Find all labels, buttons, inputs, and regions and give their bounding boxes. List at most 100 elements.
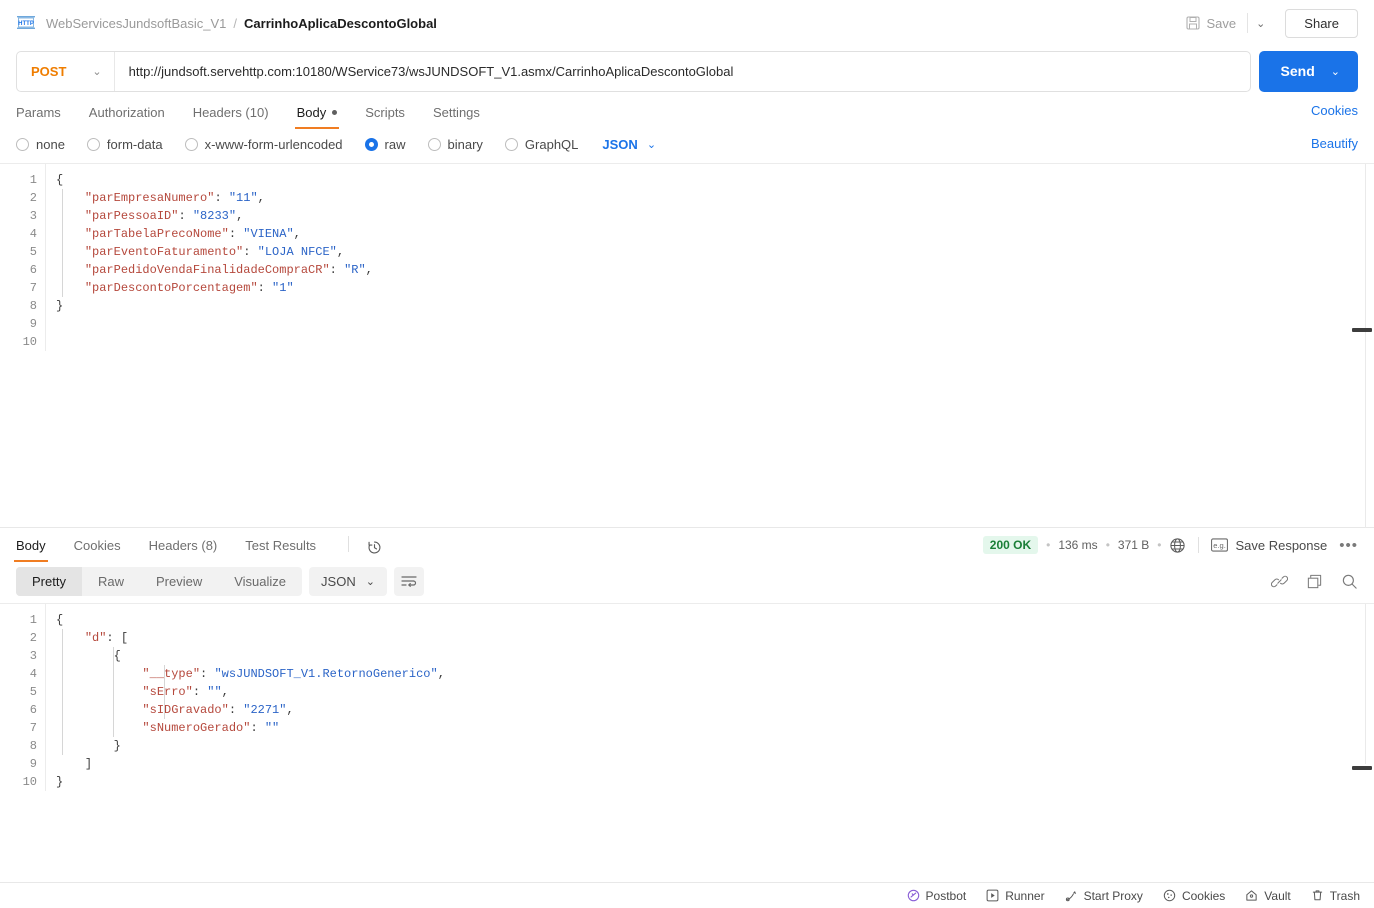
response-fold-guide-2 <box>113 647 114 737</box>
statusbar-vault[interactable]: Vault <box>1245 888 1291 903</box>
meta-dot-1: • <box>1046 538 1051 552</box>
line-number: 6 <box>29 703 37 717</box>
statusbar-start-proxy-label: Start Proxy <box>1083 888 1143 903</box>
response-format-selector[interactable]: JSON ⌄ <box>309 567 387 596</box>
tab-settings[interactable]: Settings <box>433 105 480 129</box>
body-type-none[interactable]: none <box>16 137 65 152</box>
line-number: 4 <box>29 667 37 681</box>
request-editor-code[interactable]: { "parEmpresaNumero": "11", "parPessoaID… <box>46 164 1374 351</box>
response-view-preview[interactable]: Preview <box>140 567 218 596</box>
tab-body[interactable]: Body <box>294 105 339 129</box>
code-token: "parEventoFaturamento" <box>84 245 244 259</box>
tab-headers[interactable]: Headers (10) <box>193 105 269 129</box>
save-button[interactable]: Save <box>1177 11 1245 36</box>
response-view-pretty[interactable]: Pretty <box>16 567 82 596</box>
radio-none-icon <box>16 137 29 151</box>
cookies-link[interactable]: Cookies <box>1311 103 1358 118</box>
line-number: 8 <box>29 739 37 753</box>
statusbar-start-proxy[interactable]: Start Proxy <box>1065 889 1143 903</box>
line-number: 7 <box>29 721 37 735</box>
body-type-form-data[interactable]: form-data <box>86 137 163 152</box>
header-actions: Save ⌄ Share <box>1177 8 1358 38</box>
code-token: , <box>221 685 229 699</box>
body-type-graphql[interactable]: GraphQL <box>504 136 579 152</box>
breadcrumb-collection[interactable]: WebServicesJundsoftBasic_V1 <box>46 16 226 31</box>
method-selector[interactable]: POST ⌄ <box>17 51 115 91</box>
body-type-graphql-label: GraphQL <box>524 136 579 152</box>
save-response-button[interactable]: e.g. Save Response <box>1211 538 1327 553</box>
code-token: "wsJUNDSOFT_V1.RetornoGenerico" <box>214 667 438 681</box>
code-token: "parTabelaPrecoNome" <box>84 227 229 241</box>
code-line: } <box>56 773 1374 791</box>
globe-icon[interactable] <box>1169 537 1186 554</box>
svg-text:e.g.: e.g. <box>1214 541 1227 550</box>
code-line: { <box>56 611 1374 629</box>
response-more-options-icon[interactable]: ••• <box>1339 537 1358 554</box>
request-pane-resize-handle[interactable] <box>1352 328 1372 332</box>
response-view-visualize[interactable]: Visualize <box>218 567 302 596</box>
response-scroll-rail[interactable] <box>1365 604 1366 764</box>
body-type-none-label: none <box>36 136 65 152</box>
request-editor-gutter: 1 2 3 4 5 6 7 8 9 10 <box>0 164 46 351</box>
body-type-binary[interactable]: binary <box>427 137 483 152</box>
url-input[interactable]: http://jundsoft.servehttp.com:10180/WSer… <box>115 64 1250 79</box>
breadcrumb-request-name[interactable]: CarrinhoAplicaDescontoGlobal <box>244 16 437 31</box>
statusbar-runner[interactable]: Runner <box>986 888 1045 903</box>
postman-app: HTTP WebServicesJundsoftBasic_V1 / Carri… <box>0 0 1374 908</box>
radio-binary-icon <box>427 137 441 151</box>
code-token: { <box>56 173 64 187</box>
search-icon[interactable] <box>1341 573 1358 590</box>
code-token: : <box>257 281 273 295</box>
body-modified-dot-icon <box>332 110 338 115</box>
code-line: "parEventoFaturamento": "LOJA NFCE", <box>56 243 1374 261</box>
request-fold-guide <box>62 189 63 297</box>
response-body-editor[interactable]: 1 2 3 4 5 6 7 8 9 10 { "d": [ { "__type": "wsJUND… <box>0 603 1374 803</box>
radio-urlencoded-icon <box>184 137 198 151</box>
line-number: 8 <box>29 299 37 313</box>
meta-dot-3: • <box>1157 538 1162 552</box>
response-tab-test-results[interactable]: Test Results <box>245 538 316 562</box>
code-token: "LOJA NFCE" <box>257 245 337 259</box>
response-tab-body[interactable]: Body <box>14 538 48 562</box>
beautify-link[interactable]: Beautify <box>1311 136 1358 151</box>
response-size: 371 B <box>1117 538 1150 552</box>
code-line: ] <box>56 755 1374 773</box>
response-tab-cookies[interactable]: Cookies <box>74 538 121 562</box>
wrap-lines-button[interactable] <box>393 567 424 596</box>
link-icon[interactable] <box>1271 573 1288 590</box>
line-number: 4 <box>29 227 37 241</box>
postbot-icon <box>907 889 920 902</box>
statusbar-vault-label: Vault <box>1264 888 1291 903</box>
code-token: "2271" <box>243 703 287 717</box>
body-type-urlencoded[interactable]: x-www-form-urlencoded <box>184 137 343 152</box>
statusbar-runner-label: Runner <box>1005 888 1045 903</box>
send-button[interactable]: Send ⌄ <box>1258 50 1358 92</box>
tab-authorization[interactable]: Authorization <box>89 105 165 129</box>
response-time: 136 ms <box>1058 538 1098 552</box>
tab-params[interactable]: Params <box>16 105 61 129</box>
body-type-raw[interactable]: raw <box>364 137 406 152</box>
response-tab-headers[interactable]: Headers (8) <box>149 538 218 562</box>
request-body-editor[interactable]: 1 2 3 4 5 6 7 8 9 10 { "parEmpresaNumero": "11", … <box>0 163 1374 528</box>
response-editor-code: { "d": [ { "__type": "wsJUNDSOFT_V1.Reto… <box>46 604 1374 791</box>
response-view-raw[interactable]: Raw <box>82 567 140 596</box>
meta-dot-2: • <box>1105 538 1110 552</box>
statusbar-cookies[interactable]: Cookies <box>1163 889 1225 903</box>
code-token: : <box>228 227 244 241</box>
statusbar-postbot[interactable]: Postbot <box>907 889 966 903</box>
statusbar-trash[interactable]: Trash <box>1311 889 1360 903</box>
send-options-caret[interactable]: ⌄ <box>1331 65 1358 78</box>
save-response-icon: e.g. <box>1211 538 1229 552</box>
body-format-selector[interactable]: JSON ⌄ <box>602 137 656 152</box>
response-pane-resize-handle[interactable] <box>1352 766 1372 770</box>
history-clock-icon[interactable] <box>367 540 382 561</box>
save-options-caret[interactable]: ⌄ <box>1247 13 1273 33</box>
request-scroll-rail[interactable] <box>1365 164 1366 528</box>
save-label: Save <box>1206 15 1237 31</box>
share-button[interactable]: Share <box>1285 8 1358 38</box>
tab-scripts[interactable]: Scripts <box>365 105 405 129</box>
code-token: , <box>236 209 244 223</box>
code-token: , <box>286 703 294 717</box>
copy-icon[interactable] <box>1306 573 1323 590</box>
bottom-status-bar: Postbot Runner Start Proxy Cookies Vault… <box>0 882 1374 908</box>
